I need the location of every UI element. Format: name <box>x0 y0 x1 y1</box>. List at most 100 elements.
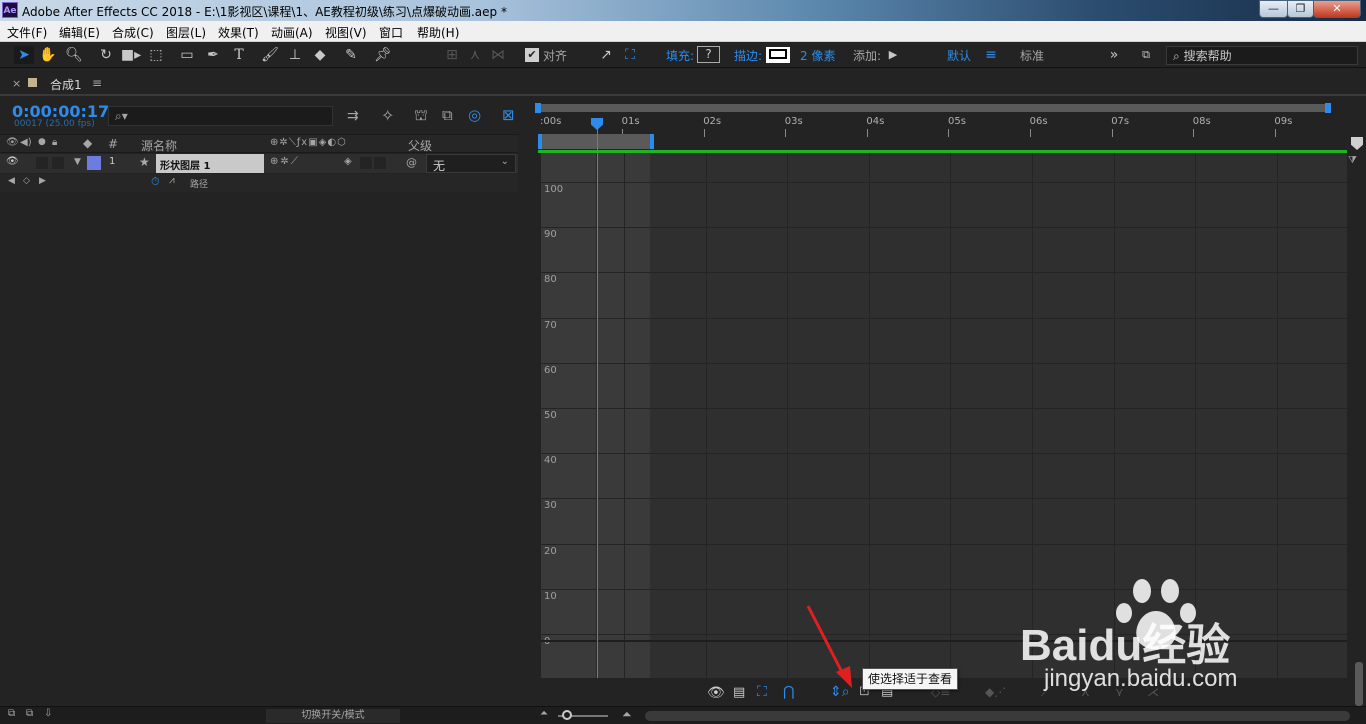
menu-layer[interactable]: 图层(L) <box>166 24 206 41</box>
comp-marker-bin-icon[interactable]: ⧩ <box>1348 155 1357 166</box>
solo-toggle[interactable] <box>36 157 48 169</box>
switch-box-1[interactable] <box>360 157 372 169</box>
snap-icon[interactable]: ⋂ <box>783 684 794 700</box>
menu-help[interactable]: 帮助(H) <box>417 24 459 41</box>
audio-column-icon[interactable]: ◀) <box>20 137 32 148</box>
minimize-button[interactable]: — <box>1259 0 1288 18</box>
label-column-icon[interactable]: ◆ <box>83 136 92 150</box>
graph-options-icon[interactable]: ▤ <box>733 685 745 700</box>
menu-file[interactable]: 文件(F) <box>7 24 47 41</box>
composition-mini-flowchart-icon[interactable]: ⇉ <box>347 108 359 124</box>
sync-settings-icon[interactable]: ⧉ <box>1135 46 1157 64</box>
layer-switches-pane-icon[interactable]: ⧉ <box>8 708 15 719</box>
prev-keyframe-icon[interactable]: ◀ <box>8 176 15 186</box>
zoom-out-icon[interactable]: ⏶ <box>540 708 548 719</box>
next-keyframe-icon[interactable]: ▶ <box>39 176 46 186</box>
current-time-indicator[interactable] <box>597 122 598 678</box>
layer-name[interactable]: 形状图层 1 <box>160 157 210 172</box>
menu-edit[interactable]: 编辑(E) <box>59 24 100 41</box>
zoom-slider-thumb[interactable] <box>562 710 572 720</box>
pick-whip-icon[interactable]: @ <box>406 156 417 169</box>
source-name-column[interactable]: 源名称 <box>141 137 177 154</box>
expand-chevron-icon[interactable]: ▼ <box>74 157 81 167</box>
eye-column-icon[interactable]: 👁︎ <box>6 137 19 148</box>
work-area-start[interactable] <box>538 134 542 149</box>
stopwatch-icon[interactable]: ⏱︎ <box>151 175 160 189</box>
switch-box-2[interactable] <box>374 157 386 169</box>
brush-tool-icon[interactable]: 🖌︎ <box>260 46 280 64</box>
menu-window[interactable]: 窗口 <box>379 24 403 41</box>
solo-column-icon[interactable]: ● <box>38 137 46 147</box>
hold-keyframe-icon[interactable]: ◆⋰ <box>985 685 1006 699</box>
roto-brush-tool-icon[interactable]: ✎ <box>341 46 361 64</box>
zoom-in-icon[interactable]: ⏶ <box>622 707 632 722</box>
parent-column[interactable]: 父级 <box>408 137 432 154</box>
rotate-tool-icon[interactable]: ↻ <box>96 46 116 64</box>
close-button[interactable]: ✕ <box>1313 0 1361 18</box>
toggle-switches-modes-button[interactable]: 切换开关/模式 <box>266 709 400 723</box>
search-help-field[interactable]: ⌕ 搜索帮助 <box>1166 46 1358 65</box>
parent-select[interactable]: 无 ⌄ <box>426 154 516 173</box>
close-tab-icon[interactable]: × <box>12 77 21 90</box>
menu-effect[interactable]: 效果(T) <box>218 24 259 41</box>
layer-row[interactable]: 👁︎ ▼ 1 ★ 形状图层 1 ⊕✲⟋ ◈ @ 无 ⌄ <box>0 154 518 173</box>
add-menu-icon[interactable]: ▶ <box>885 46 901 64</box>
more-workspaces-icon[interactable]: » <box>1106 46 1122 64</box>
graph-editor-icon[interactable]: ⊠ <box>502 106 515 124</box>
time-navigator[interactable] <box>537 104 1330 112</box>
property-name[interactable]: 路径 <box>190 177 208 190</box>
local-axis-icon[interactable]: ⊞ <box>443 46 461 64</box>
view-axis-icon[interactable]: ⋈ <box>489 46 507 64</box>
text-tool-icon[interactable]: T <box>229 46 249 64</box>
stroke-width[interactable]: 2 像素 <box>800 47 835 64</box>
navigator-start-handle[interactable] <box>535 103 541 113</box>
zoom-tool-icon[interactable]: 🔍︎ <box>64 46 84 64</box>
horizontal-scrollbar[interactable] <box>645 711 1350 721</box>
menu-animation[interactable]: 动画(A) <box>271 24 313 41</box>
layer-name-box[interactable]: 形状图层 1 <box>156 154 264 173</box>
work-area-bar[interactable] <box>538 134 653 149</box>
selection-tool-icon[interactable]: ➤ <box>14 46 34 64</box>
add-keyframe-icon[interactable]: ◇ <box>23 176 30 186</box>
panel-menu-icon[interactable]: ≡ <box>92 76 102 90</box>
layer-switches-icons[interactable]: ⊕✲⟋ <box>270 156 300 167</box>
work-area-end[interactable] <box>650 134 654 149</box>
workspace-default[interactable]: 默认 <box>947 47 971 64</box>
transfer-controls-pane-icon[interactable]: ⧉ <box>26 708 33 719</box>
transform-box-icon[interactable]: ⛶ <box>757 684 767 700</box>
snap-checkbox[interactable]: ✔ <box>525 48 539 62</box>
layer-label-color[interactable] <box>87 156 101 170</box>
draft-3d-icon[interactable]: ✧ <box>381 106 394 125</box>
workspace-standard[interactable]: 标准 <box>1020 47 1044 64</box>
fill-swatch[interactable]: ? <box>697 46 720 63</box>
pen-tool-icon[interactable]: ✒ <box>203 46 223 64</box>
adjustment-switch-icon[interactable]: ◈ <box>344 156 352 167</box>
navigator-end-handle[interactable] <box>1325 103 1331 113</box>
shy-layers-icon[interactable]: ⛫ <box>414 106 428 126</box>
snap-feature-icon[interactable]: ⛶ <box>621 46 639 64</box>
snap-edge-icon[interactable]: ↗ <box>597 46 615 64</box>
camera-tool-icon[interactable]: ■▸ <box>120 46 142 64</box>
tab-composition[interactable]: 合成1 <box>50 76 82 93</box>
frame-blending-icon[interactable]: ⧉ <box>442 106 453 124</box>
menu-view[interactable]: 视图(V) <box>325 24 367 41</box>
layer-search-input[interactable]: ⌕▾ <box>108 106 333 126</box>
puppet-pin-tool-icon[interactable]: 📌︎ <box>373 46 393 64</box>
property-row[interactable]: ◀ ◇ ▶ ⏱︎ ⩘ 路径 <box>0 174 518 192</box>
hand-tool-icon[interactable]: ✋ <box>38 46 58 64</box>
motion-blur-icon[interactable]: ◎ <box>468 106 481 124</box>
eraser-tool-icon[interactable]: ◆ <box>310 46 330 64</box>
graph-icon[interactable]: ⩘ <box>169 175 175 186</box>
stroke-swatch[interactable] <box>766 47 790 63</box>
pan-behind-tool-icon[interactable]: ⬚ <box>146 46 166 64</box>
show-properties-icon[interactable]: 👁︎ <box>707 685 725 701</box>
workspace-menu-icon[interactable]: ≡ <box>983 46 999 64</box>
world-axis-icon[interactable]: ⋏ <box>466 46 484 64</box>
clone-stamp-tool-icon[interactable]: ⊥ <box>285 46 305 64</box>
rectangle-tool-icon[interactable]: ▭ <box>177 46 197 64</box>
lock-column-icon[interactable]: 🔒︎ <box>52 137 57 148</box>
lock-toggle[interactable] <box>52 157 64 169</box>
maximize-button[interactable]: ❐ <box>1287 0 1314 18</box>
menu-composition[interactable]: 合成(C) <box>112 24 154 41</box>
in-out-pane-icon[interactable]: ⇩ <box>44 708 52 719</box>
